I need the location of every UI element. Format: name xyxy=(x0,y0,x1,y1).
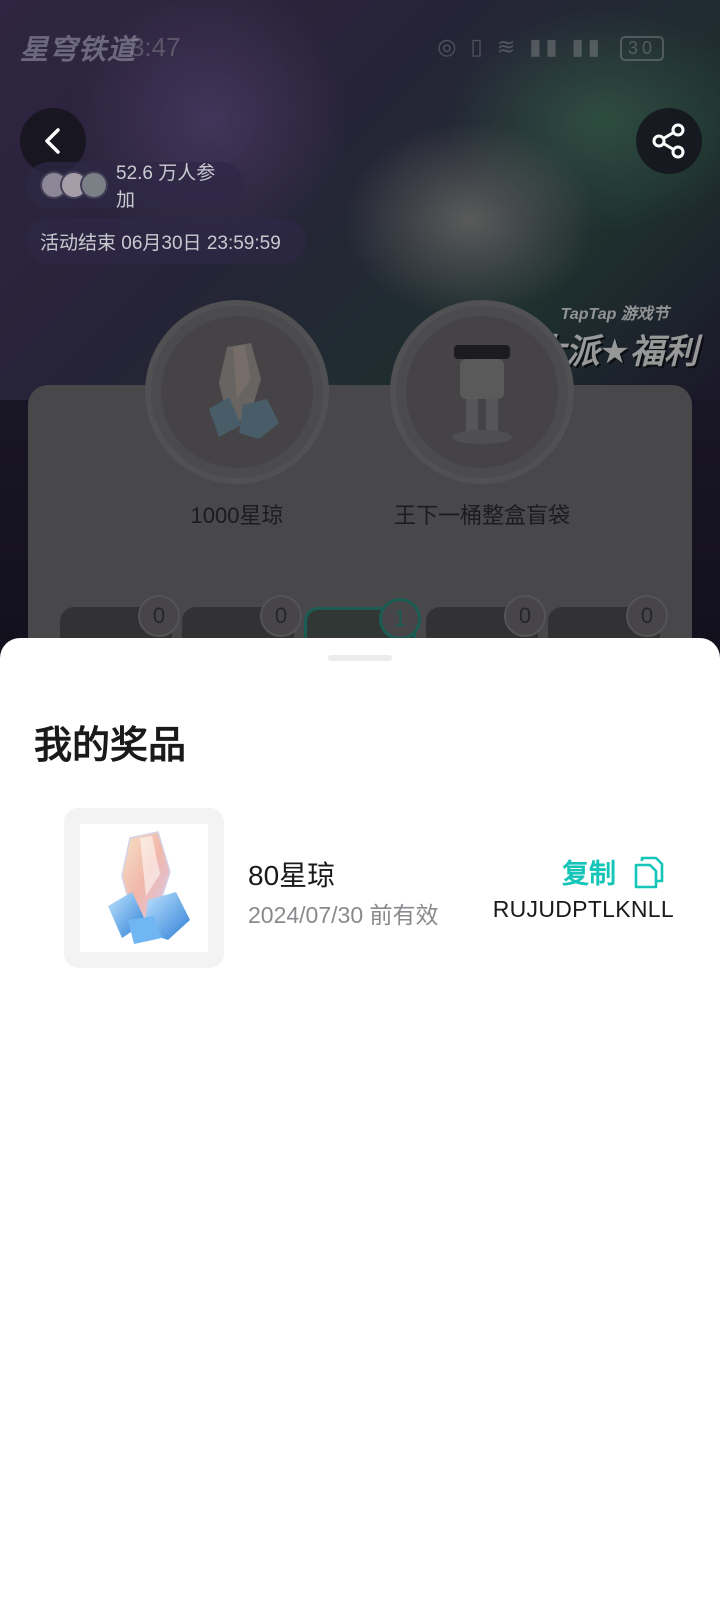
participant-avatars xyxy=(40,171,108,199)
reward-image-inner xyxy=(80,824,208,952)
chevron-left-icon xyxy=(45,128,60,154)
event-background: 星穹铁道 3:47 ◎ ▯ ≋ ▮▮ ▮▮ 30 TapTap 游戏节 大派★福… xyxy=(0,0,720,660)
reward-image xyxy=(64,808,224,968)
avatar xyxy=(80,171,108,199)
reward-name: 80星琼 xyxy=(248,860,336,891)
share-icon xyxy=(652,123,685,159)
copy-button[interactable]: 复制 xyxy=(562,852,664,891)
sheet-title: 我的奖品 xyxy=(34,725,187,767)
reward-row: 80星琼 2024/07/30 前有效 复制 RUJUDPTLKNLL xyxy=(64,808,674,968)
copy-label: 复制 xyxy=(562,859,616,889)
participants-count: 52.6 万人参加 xyxy=(116,163,216,211)
my-prizes-sheet: 我的奖品 80星琼 2024/07/30 前有效 复制 RUJUDPTLKNLL xyxy=(0,638,720,1600)
participants-chip: 52.6 万人参加 xyxy=(26,162,244,211)
reward-code: RUJUDPTLKNLL xyxy=(492,896,674,922)
copy-icon xyxy=(634,856,664,888)
drag-handle[interactable] xyxy=(328,655,392,661)
modal-overlay[interactable] xyxy=(0,0,720,660)
event-end-chip: 活动结束 06月30日 23:59:59 xyxy=(26,218,306,264)
event-end-time: 活动结束 06月30日 23:59:59 xyxy=(40,232,281,254)
share-button[interactable] xyxy=(636,108,702,174)
reward-validity: 2024/07/30 前有效 xyxy=(248,902,439,928)
crystal-icon xyxy=(108,831,190,944)
